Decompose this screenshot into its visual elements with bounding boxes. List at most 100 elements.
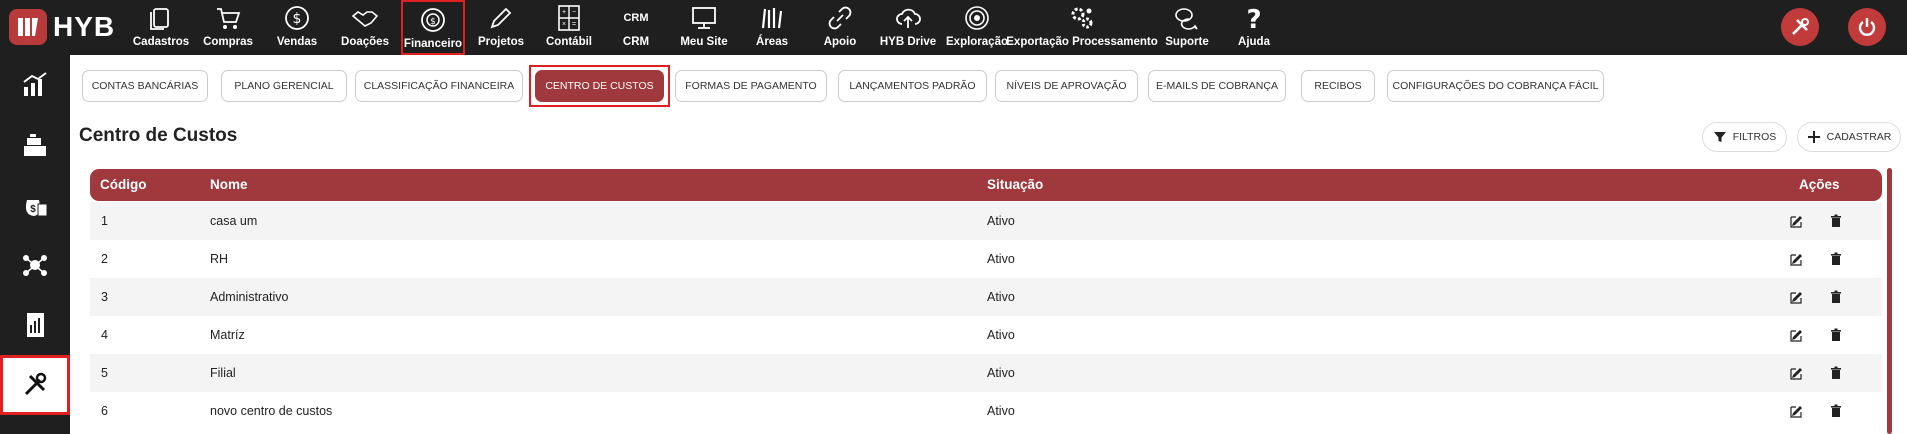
left-sidebar: $ [0, 55, 70, 434]
subtab-classificacao-financeira[interactable]: CLASSIFICAÇÃO FINANCEIRA [355, 70, 523, 102]
edit-icon[interactable] [1789, 213, 1805, 229]
pencil-icon [490, 7, 512, 29]
nav-doacoes[interactable]: Doações [340, 0, 390, 55]
cart-icon [217, 8, 241, 29]
cash-register-icon [24, 134, 46, 156]
add-button[interactable]: CADASTRAR [1797, 122, 1901, 152]
subtab-centro-de-custos[interactable]: CENTRO DE CUSTOS [535, 70, 664, 102]
tools-button[interactable] [1781, 8, 1819, 46]
edit-icon[interactable] [1789, 365, 1805, 381]
nav-areas[interactable]: Áreas [750, 0, 794, 55]
nav-crm[interactable]: CRM CRM [614, 0, 658, 55]
subtab-contas-bancarias[interactable]: CONTAS BANCÁRIAS [82, 70, 208, 102]
table-row[interactable]: 3 Administrativo Ativo [90, 278, 1882, 316]
edit-icon[interactable] [1789, 251, 1805, 267]
trash-icon[interactable] [1828, 365, 1844, 381]
monitor-icon [692, 7, 716, 29]
svg-text:$: $ [30, 204, 36, 215]
subtab-configuracoes-cobranca-facil[interactable]: CONFIGURAÇÕES DO COBRANÇA FÁCIL [1387, 70, 1604, 102]
finance-coins-icon: $ [421, 8, 445, 32]
power-button[interactable] [1848, 8, 1886, 46]
nav-exploracao[interactable]: Exploração [945, 0, 1009, 55]
top-navbar: HYB Cadastros Compras $ Vendas Doações $… [0, 0, 1907, 55]
target-icon [965, 6, 989, 30]
nav-vendas[interactable]: $ Vendas [272, 0, 322, 55]
hyb-logo-icon [9, 9, 47, 45]
sidebar-dashboard[interactable] [0, 55, 70, 115]
trash-icon[interactable] [1828, 403, 1844, 419]
documents-icon [150, 8, 169, 30]
edit-icon[interactable] [1789, 403, 1805, 419]
filter-button[interactable]: FILTROS [1702, 122, 1787, 152]
cloud-upload-icon [896, 8, 921, 28]
svg-text:×: × [562, 21, 566, 28]
trash-icon[interactable] [1828, 213, 1844, 229]
filter-icon [1713, 132, 1726, 142]
table-scrollbar[interactable] [1887, 168, 1892, 434]
tools-icon [24, 372, 47, 396]
table-row[interactable]: 2 RH Ativo [90, 240, 1882, 278]
nav-projetos[interactable]: Projetos [476, 0, 526, 55]
link-icon [828, 6, 852, 30]
subtab-niveis-de-aprovacao[interactable]: NÍVEIS DE APROVAÇÃO [995, 70, 1138, 102]
svg-text:?: ? [1246, 5, 1261, 32]
trash-icon[interactable] [1828, 327, 1844, 343]
sidebar-finance[interactable]: $ [0, 175, 70, 235]
sidebar-reports[interactable] [0, 295, 70, 355]
sidebar-cash-register[interactable] [0, 115, 70, 175]
subtab-emails-de-cobranca[interactable]: E-MAILS DE COBRANÇA [1148, 70, 1286, 102]
subtab-recibos[interactable]: RECIBOS [1301, 70, 1375, 102]
nav-hybdrive[interactable]: HYB Drive [876, 0, 940, 55]
trash-icon[interactable] [1828, 289, 1844, 305]
column-header-acoes: Ações [1799, 177, 1840, 192]
table-row[interactable]: 4 Matríz Ativo [90, 316, 1882, 354]
column-header-situacao[interactable]: Situação [987, 177, 1043, 192]
nav-apoio[interactable]: Apoio [815, 0, 865, 55]
nav-contabil[interactable]: + − × = Contábil [542, 0, 596, 55]
nav-suporte[interactable]: Suporte [1164, 0, 1210, 55]
dollar-circle-icon: $ [285, 6, 309, 30]
network-icon [23, 255, 47, 276]
svg-text:$: $ [430, 17, 436, 27]
trash-icon[interactable] [1828, 251, 1844, 267]
svg-text:=: = [572, 21, 576, 28]
svg-text:+: + [562, 9, 566, 16]
nav-ajuda[interactable]: ? Ajuda [1232, 0, 1276, 55]
nav-compras[interactable]: Compras [202, 0, 254, 55]
table-row[interactable]: 6 novo centro de custos Ativo [90, 392, 1882, 430]
page-title: Centro de Custos [79, 125, 238, 146]
nav-exportacao[interactable]: Exportação Processamento [1006, 0, 1158, 55]
crm-icon: CRM [623, 12, 649, 24]
hyb-logo[interactable]: HYB [9, 7, 115, 47]
column-header-nome[interactable]: Nome [210, 177, 248, 192]
table-row[interactable]: 5 Filial Ativo [90, 354, 1882, 392]
nav-financeiro[interactable]: $ Financeiro [401, 0, 465, 55]
nav-cadastros[interactable]: Cadastros [133, 0, 189, 55]
handshake-icon [351, 11, 379, 27]
bar-chart-icon [23, 72, 47, 96]
edit-icon[interactable] [1789, 327, 1805, 343]
subtab-lancamentos-padrao[interactable]: LANÇAMENTOS PADRÃO [838, 70, 987, 102]
power-icon [1858, 18, 1876, 36]
money-bag-icon: $ [25, 200, 48, 217]
question-icon: ? [1246, 5, 1261, 32]
svg-text:−: − [572, 9, 576, 16]
chat-bubbles-icon [1175, 8, 1198, 30]
tools-icon [1792, 18, 1809, 35]
subtab-formas-de-pagamento[interactable]: FORMAS DE PAGAMENTO [675, 70, 827, 102]
bars-icon [761, 8, 783, 29]
column-header-codigo[interactable]: Código [100, 177, 147, 192]
table-header: Código Nome Situação Ações [90, 169, 1882, 201]
table-row[interactable]: 1 casa um Ativo [90, 202, 1882, 240]
plus-icon [1807, 131, 1820, 143]
subtab-plano-gerencial[interactable]: PLANO GERENCIAL [221, 70, 347, 102]
gears-icon [1071, 7, 1093, 29]
report-icon [27, 313, 44, 337]
sidebar-network[interactable] [0, 235, 70, 295]
edit-icon[interactable] [1789, 289, 1805, 305]
sidebar-tools[interactable] [0, 355, 70, 415]
nav-meusite[interactable]: Meu Site [679, 0, 729, 55]
calculator-icon: + −× = [558, 5, 580, 31]
brand-name: HYB [53, 11, 116, 42]
svg-text:$: $ [293, 11, 302, 27]
